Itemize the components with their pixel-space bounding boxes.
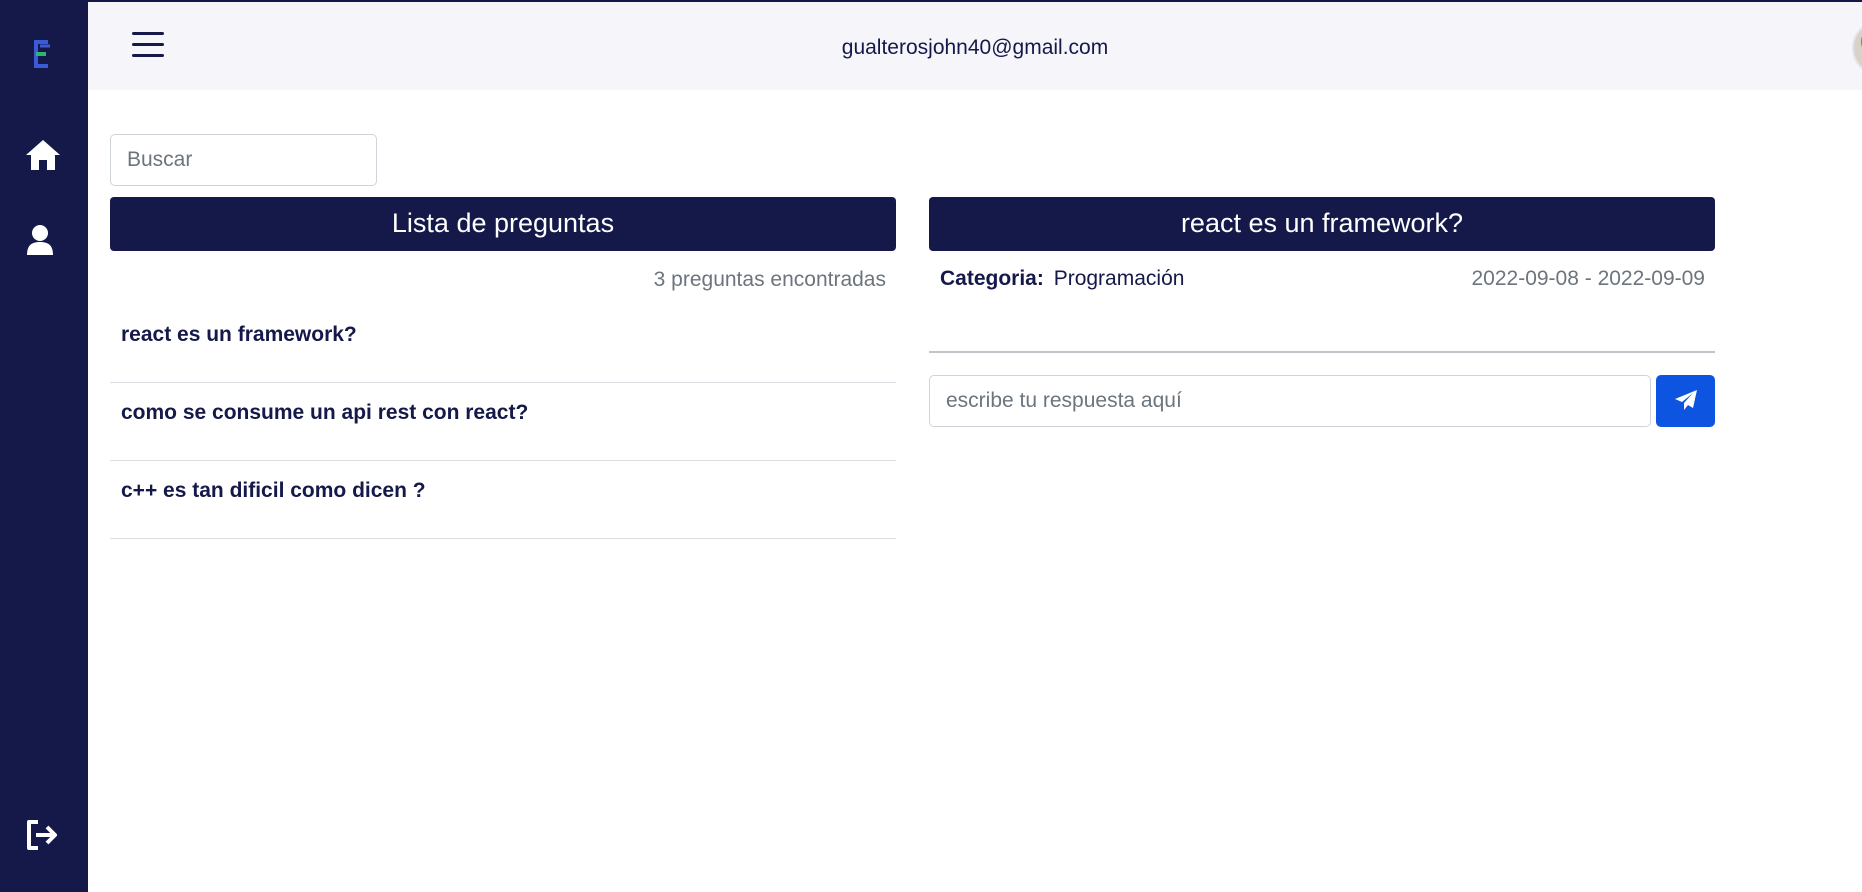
avatar[interactable] bbox=[1852, 20, 1862, 76]
question-list: react es un framework? como se consume u… bbox=[110, 305, 896, 539]
user-email: gualterosjohn40@gmail.com bbox=[841, 36, 1109, 59]
paper-plane-icon bbox=[1674, 389, 1698, 414]
category-value: Programación bbox=[1053, 267, 1185, 290]
question-list-title: Lista de preguntas bbox=[110, 197, 896, 251]
divider bbox=[929, 351, 1715, 353]
results-count: 3 preguntas encontradas bbox=[653, 268, 886, 291]
top-bar: gualterosjohn40@gmail.com bbox=[88, 2, 1862, 90]
list-item[interactable]: c++ es tan dificil como dicen ? bbox=[110, 461, 896, 539]
question-meta: Categoria: Programación 2022-09-08 - 202… bbox=[940, 267, 1705, 291]
sidebar bbox=[0, 0, 88, 892]
list-item[interactable]: react es un framework? bbox=[110, 305, 896, 383]
app-logo-icon bbox=[26, 36, 58, 72]
home-icon[interactable] bbox=[24, 138, 62, 172]
question-dates: 2022-09-08 - 2022-09-09 bbox=[1471, 267, 1705, 290]
logout-icon[interactable] bbox=[24, 818, 60, 852]
send-answer-button[interactable] bbox=[1656, 375, 1715, 427]
answer-input[interactable] bbox=[929, 375, 1651, 427]
user-icon[interactable] bbox=[26, 224, 54, 256]
question-detail-title: react es un framework? bbox=[929, 197, 1715, 251]
category-label: Categoria: bbox=[940, 267, 1044, 290]
list-item[interactable]: como se consume un api rest con react? bbox=[110, 383, 896, 461]
search-input[interactable] bbox=[110, 134, 377, 186]
